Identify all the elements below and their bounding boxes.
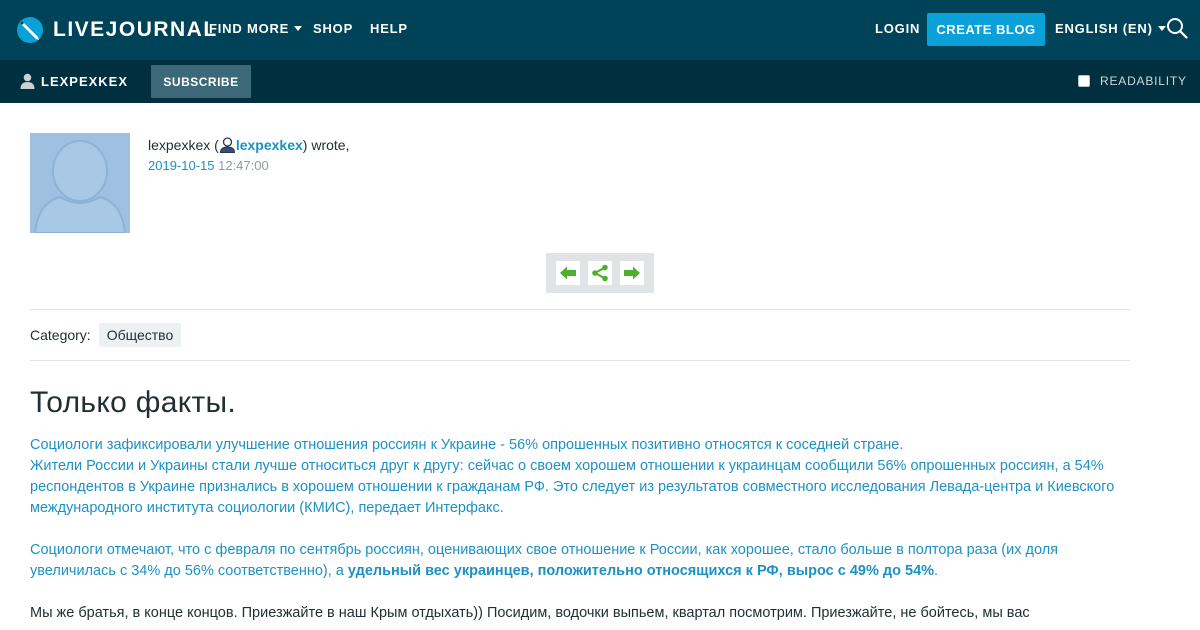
journal-bar: LEXPEXKEX SUBSCRIBE READABILITY <box>0 60 1200 103</box>
avatar[interactable] <box>30 133 130 233</box>
readability-checkbox[interactable] <box>1078 75 1090 87</box>
wrote-suffix: ) wrote, <box>302 137 350 153</box>
arrow-right-icon <box>624 266 640 280</box>
entry-date-link[interactable]: 2019-10-15 <box>148 158 215 173</box>
entry-paragraph-2: Социологи отмечают, что с февраля по сен… <box>30 540 1130 582</box>
top-navigation: LIVEJOURNAL FIND MORE SHOP HELP LOGIN CR… <box>0 0 1200 60</box>
readability-toggle[interactable]: READABILITY <box>1078 74 1187 88</box>
journal-username: LEXPEXKEX <box>41 73 129 89</box>
search-icon[interactable] <box>1166 17 1188 39</box>
previous-entry-button[interactable] <box>556 261 580 285</box>
next-entry-button[interactable] <box>620 261 644 285</box>
nav-find-more[interactable]: FIND MORE <box>209 21 303 36</box>
chevron-down-icon <box>1157 26 1166 31</box>
category-label: Category: <box>30 327 91 343</box>
entry-title: Только факты. <box>30 386 236 419</box>
divider <box>30 360 1130 361</box>
livejournal-logo[interactable]: LIVEJOURNAL <box>16 15 218 45</box>
share-icon <box>592 264 608 282</box>
divider <box>30 309 1130 310</box>
subscribe-button[interactable]: SUBSCRIBE <box>151 65 251 98</box>
wrote-prefix: ( <box>210 137 219 153</box>
user-icon[interactable] <box>219 137 236 153</box>
language-selector[interactable]: ENGLISH (EN) <box>1055 21 1166 36</box>
paragraph-1-text: Жители России и Украины стали лучше отно… <box>30 458 1115 516</box>
entry-author-line: lexpexkex (lexpexkex) wrote, <box>148 137 349 153</box>
author-link[interactable]: lexpexkex <box>236 137 303 153</box>
livejournal-pencil-icon <box>17 17 43 43</box>
nav-help[interactable]: HELP <box>370 21 408 36</box>
author-name: lexpexkex <box>148 137 211 153</box>
entry-body: Социологи зафиксировали улучшение отноше… <box>30 435 1130 624</box>
category-tag[interactable]: Общество <box>98 323 182 347</box>
language-label: ENGLISH (EN) <box>1055 21 1153 36</box>
share-button[interactable] <box>588 261 612 285</box>
readability-label: READABILITY <box>1100 74 1187 88</box>
entry-paragraph-1: Социологи зафиксировали улучшение отноше… <box>30 435 1130 519</box>
paragraph-1-headline: Социологи зафиксировали улучшение отноше… <box>30 437 904 453</box>
login-link[interactable]: LOGIN <box>875 21 920 36</box>
paragraph-2-end: . <box>934 563 939 579</box>
nav-find-more-label: FIND MORE <box>209 21 290 36</box>
entry-paragraph-3: Мы же братья, в конце концов. Приезжайте… <box>30 605 1030 621</box>
entry-time: 12:47:00 <box>214 158 269 173</box>
entry-datetime: 2019-10-15 12:47:00 <box>148 158 269 173</box>
entry-category: Category: Общество <box>30 322 182 348</box>
journal-user-link[interactable]: LEXPEXKEX <box>20 73 128 89</box>
user-icon <box>20 73 35 89</box>
arrow-left-icon <box>560 266 576 280</box>
paragraph-2-bold: удельный вес украинцев, положительно отн… <box>347 563 935 579</box>
nav-shop[interactable]: SHOP <box>313 21 353 36</box>
entry-navigation <box>546 253 654 293</box>
logo-text: LIVEJOURNAL <box>53 18 218 41</box>
create-blog-button[interactable]: CREATE BLOG <box>927 13 1045 46</box>
chevron-down-icon <box>294 26 303 31</box>
